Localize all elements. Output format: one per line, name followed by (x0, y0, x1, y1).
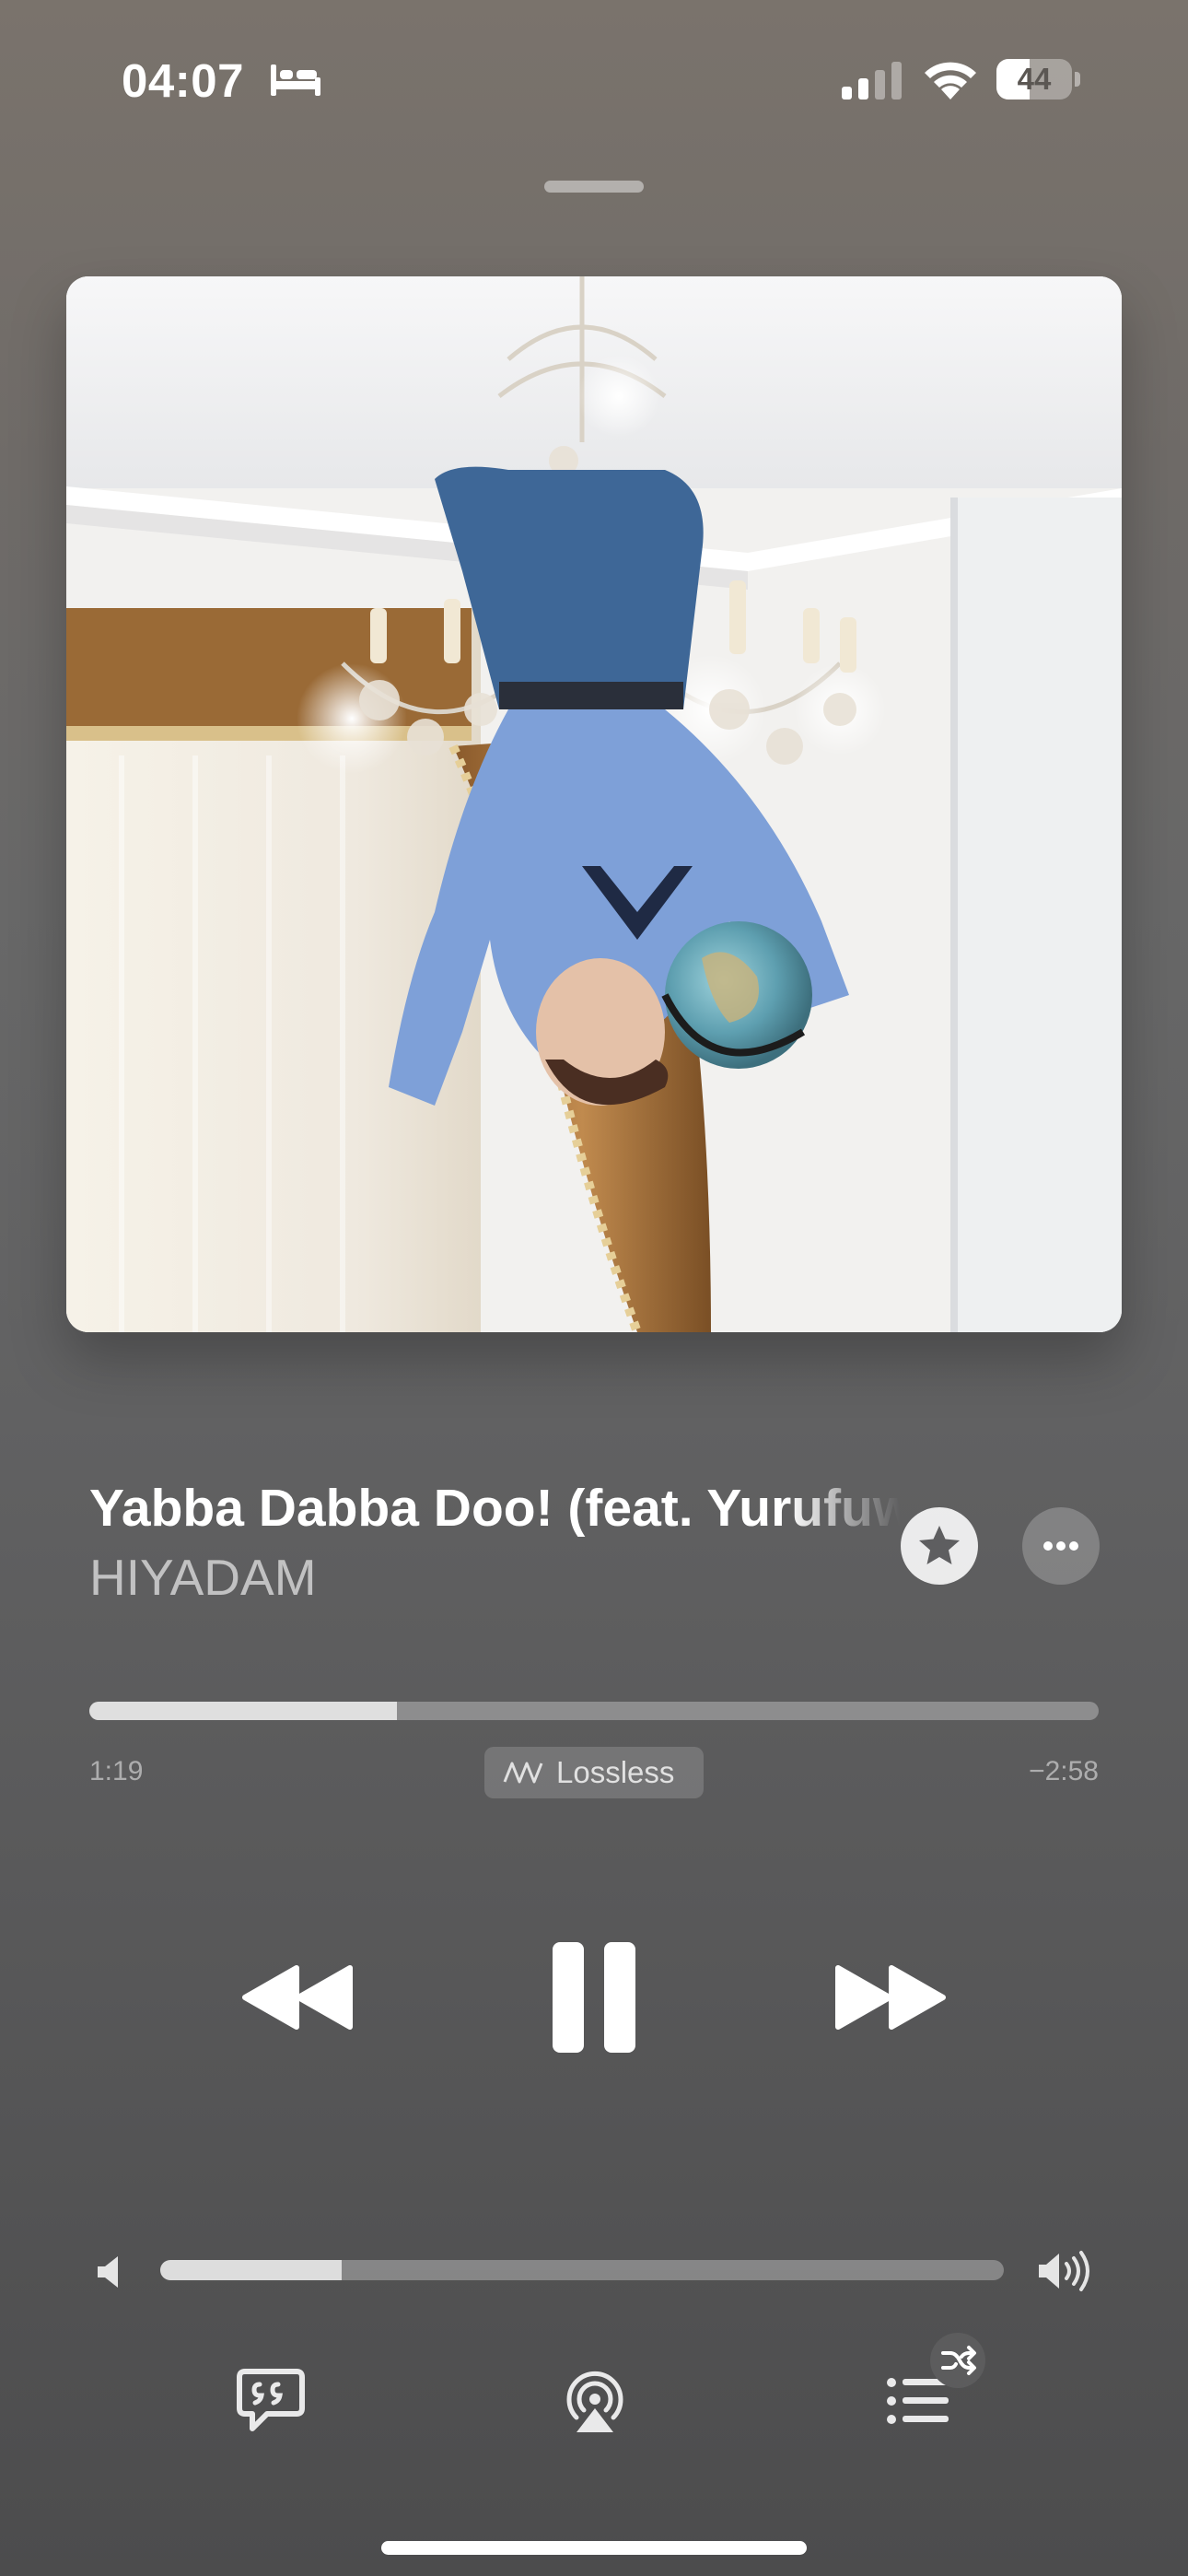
track-artist[interactable]: HIYADAM (89, 1548, 317, 1607)
shuffle-icon (941, 2346, 976, 2375)
pause-icon[interactable] (551, 1940, 637, 2055)
lossless-badge[interactable]: Lossless (484, 1747, 704, 1798)
battery-percent: 44 (1017, 62, 1052, 96)
ellipsis-icon (1043, 1541, 1078, 1551)
remaining-time: −2:58 (1029, 1756, 1099, 1786)
sheet-grabber[interactable] (544, 181, 644, 193)
track-title[interactable]: Yabba Dabba Doo! (feat. Yurufuwa Gang) (89, 1478, 900, 1539)
more-options-button[interactable] (1022, 1507, 1100, 1585)
speaker-low-icon (98, 2256, 118, 2288)
rewind-icon[interactable] (241, 1964, 355, 2031)
progress-fill (89, 1702, 398, 1720)
fast-forward-icon[interactable] (833, 1964, 947, 2031)
playback-progress-slider[interactable] (89, 1702, 1099, 1720)
home-indicator[interactable] (381, 2541, 807, 2555)
airplay-icon[interactable] (564, 2368, 626, 2434)
album-artwork (66, 276, 1122, 1332)
volume-slider[interactable] (160, 2260, 1004, 2280)
speaker-high-icon (1039, 2251, 1089, 2291)
favorite-button[interactable] (901, 1507, 978, 1585)
battery-indicator: 44 (996, 59, 1081, 100)
lossless-wave-icon (503, 1762, 543, 1784)
wifi-icon (925, 62, 976, 100)
status-time: 04:07 (122, 54, 244, 107)
bed-icon (271, 64, 320, 96)
star-icon (919, 1526, 960, 1564)
shuffle-badge[interactable] (930, 2333, 985, 2388)
volume-fill (160, 2260, 342, 2280)
lossless-label: Lossless (556, 1755, 675, 1789)
cellular-signal-icon (842, 62, 902, 100)
lyrics-quote-icon[interactable] (236, 2368, 306, 2434)
elapsed-time: 1:19 (89, 1756, 144, 1786)
